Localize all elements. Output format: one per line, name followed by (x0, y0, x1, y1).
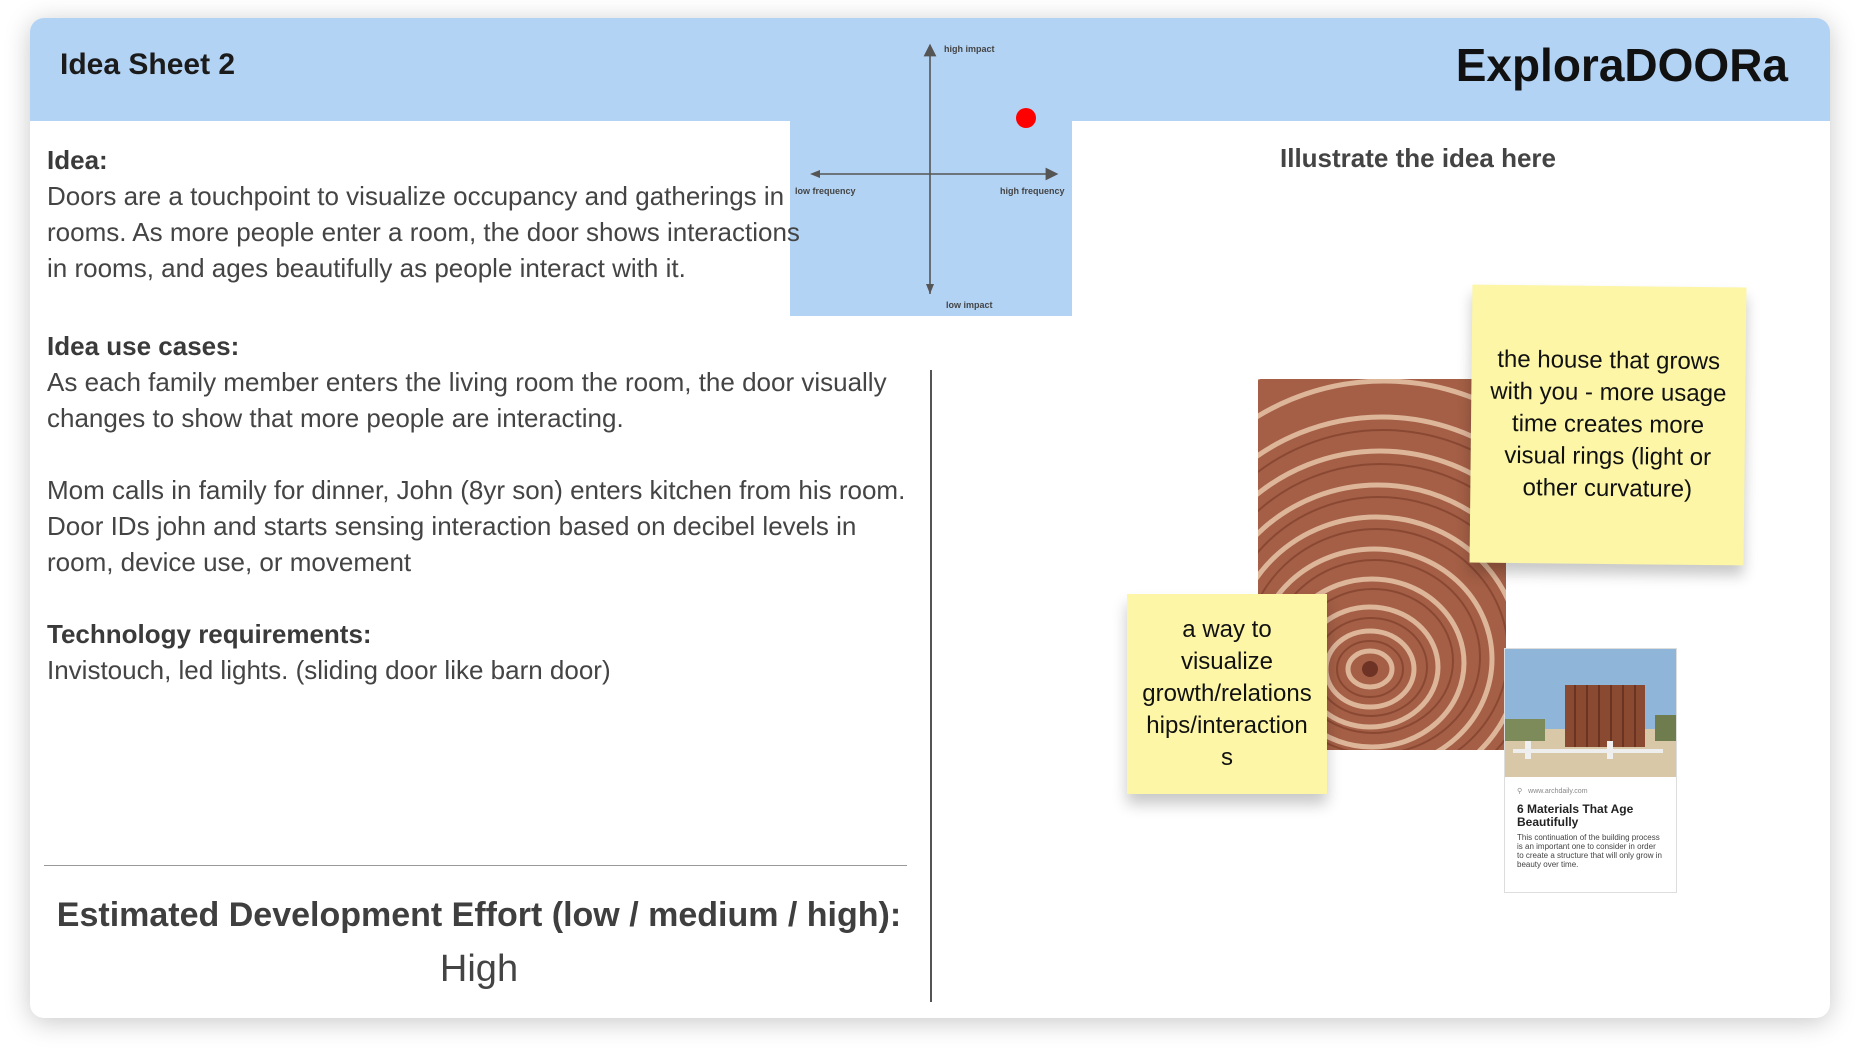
use-case-1: As each family member enters the living … (47, 367, 887, 433)
idea-section: Idea: Doors are a touchpoint to visualiz… (47, 142, 807, 286)
idea-label: Idea: (47, 145, 108, 175)
vertical-divider (930, 370, 932, 1002)
axis-label-top: high impact (944, 44, 995, 54)
use-cases-label: Idea use cases: (47, 331, 240, 361)
matrix-svg: high impact low impact low frequency hig… (795, 43, 1065, 310)
sticky-note-rings-text: the house that grows with you - more usa… (1490, 345, 1727, 503)
sheet-title: Idea Sheet 2 (60, 48, 236, 81)
effort-label: Estimated Development Effort (low / medi… (56, 896, 902, 934)
technology-text: Invistouch, led lights. (sliding door li… (47, 655, 611, 685)
brand-title: ExploraDOORa (1455, 39, 1788, 91)
article-title: 6 Materials That Age Beautifully (1517, 802, 1634, 829)
illustrate-heading: Illustrate the idea here (1280, 143, 1556, 173)
use-cases-section: Idea use cases: As each family member en… (47, 328, 927, 688)
position-marker (1016, 108, 1036, 128)
axis-label-bottom: low impact (946, 300, 993, 310)
idea-text: Doors are a touchpoint to visualize occu… (47, 181, 800, 283)
sticky-note-growth-text: a way to visualize growth/relationships/… (1142, 616, 1312, 771)
axis-label-right: high frequency (1000, 186, 1065, 196)
article-source-text: www.archdaily.com (1528, 787, 1588, 795)
sticky-note-rings[interactable]: the house that grows with you - more usa… (1469, 284, 1747, 566)
impact-frequency-matrix: high impact low impact low frequency hig… (790, 18, 1072, 316)
effort-value: High (439, 948, 519, 990)
article-source: ⚲ www.archdaily.com (1517, 787, 1676, 796)
sticky-note-growth[interactable]: a way to visualize growth/relationships/… (1127, 594, 1327, 794)
article-card[interactable]: ⚲ www.archdaily.com 6 Materials That Age… (1504, 648, 1677, 893)
article-description: This continuation of the building proces… (1517, 833, 1662, 869)
technology-label: Technology requirements: (47, 619, 372, 649)
idea-sheet-card: Idea Sheet 2 ExploraDOORa high impact lo… (30, 18, 1830, 1018)
article-photo (1505, 649, 1676, 777)
link-icon: ⚲ (1517, 788, 1523, 795)
down-arrow-icon (926, 284, 934, 294)
use-case-2: Mom calls in family for dinner, John (8y… (47, 475, 906, 577)
horizontal-divider (44, 865, 907, 866)
left-arrow-icon (810, 170, 820, 178)
